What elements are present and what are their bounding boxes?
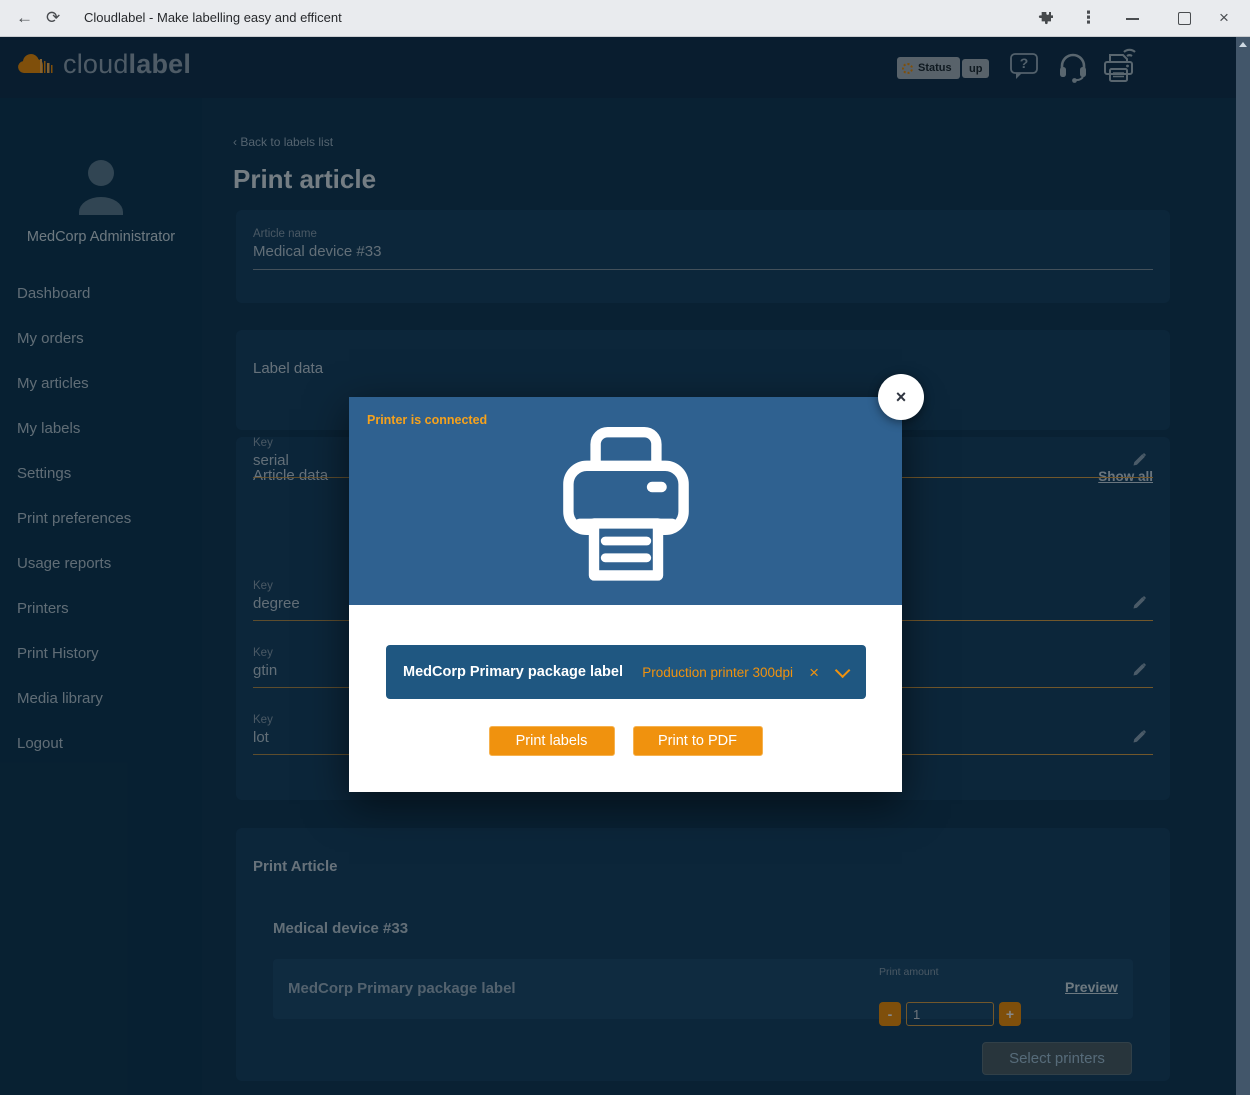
remove-printer-icon[interactable]: ×	[809, 664, 819, 681]
selected-label-name: MedCorp Primary package label	[403, 664, 623, 680]
browser-reload-icon[interactable]: ⟳	[46, 0, 60, 36]
print-to-pdf-button[interactable]: Print to PDF	[633, 726, 763, 756]
app-root: cloudlabel Status up ?	[0, 36, 1250, 1095]
scrollbar-up-icon[interactable]	[1239, 42, 1247, 47]
printer-connected-status: Printer is connected	[367, 413, 487, 427]
modal-buttons: Print labels Print to PDF	[349, 726, 902, 756]
browser-menu-icon[interactable]: ⋮	[1080, 0, 1097, 36]
modal-close-button[interactable]: ×	[878, 374, 924, 420]
maximize-button[interactable]	[1178, 12, 1191, 25]
browser-title: Cloudlabel - Make labelling easy and eff…	[84, 0, 342, 36]
minimize-button[interactable]	[1126, 18, 1139, 20]
window-close-button[interactable]: ×	[1219, 0, 1229, 36]
print-modal-body: MedCorp Primary package label Production…	[349, 605, 902, 792]
page-scrollbar[interactable]	[1236, 36, 1250, 1095]
browser-back-icon[interactable]: ←	[16, 0, 33, 36]
print-labels-button[interactable]: Print labels	[489, 726, 615, 756]
printer-select-bar[interactable]: MedCorp Primary package label Production…	[386, 645, 866, 699]
extensions-icon[interactable]	[1037, 10, 1053, 31]
chevron-down-icon[interactable]	[835, 662, 851, 678]
browser-chrome: ← ⟳ Cloudlabel - Make labelling easy and…	[0, 0, 1250, 37]
print-modal: Printer is connected MedCorp Primary pac…	[349, 397, 902, 792]
selected-printer-name: Production printer 300dpi	[642, 665, 793, 680]
printer-icon	[546, 417, 706, 594]
print-modal-header: Printer is connected	[349, 397, 902, 605]
